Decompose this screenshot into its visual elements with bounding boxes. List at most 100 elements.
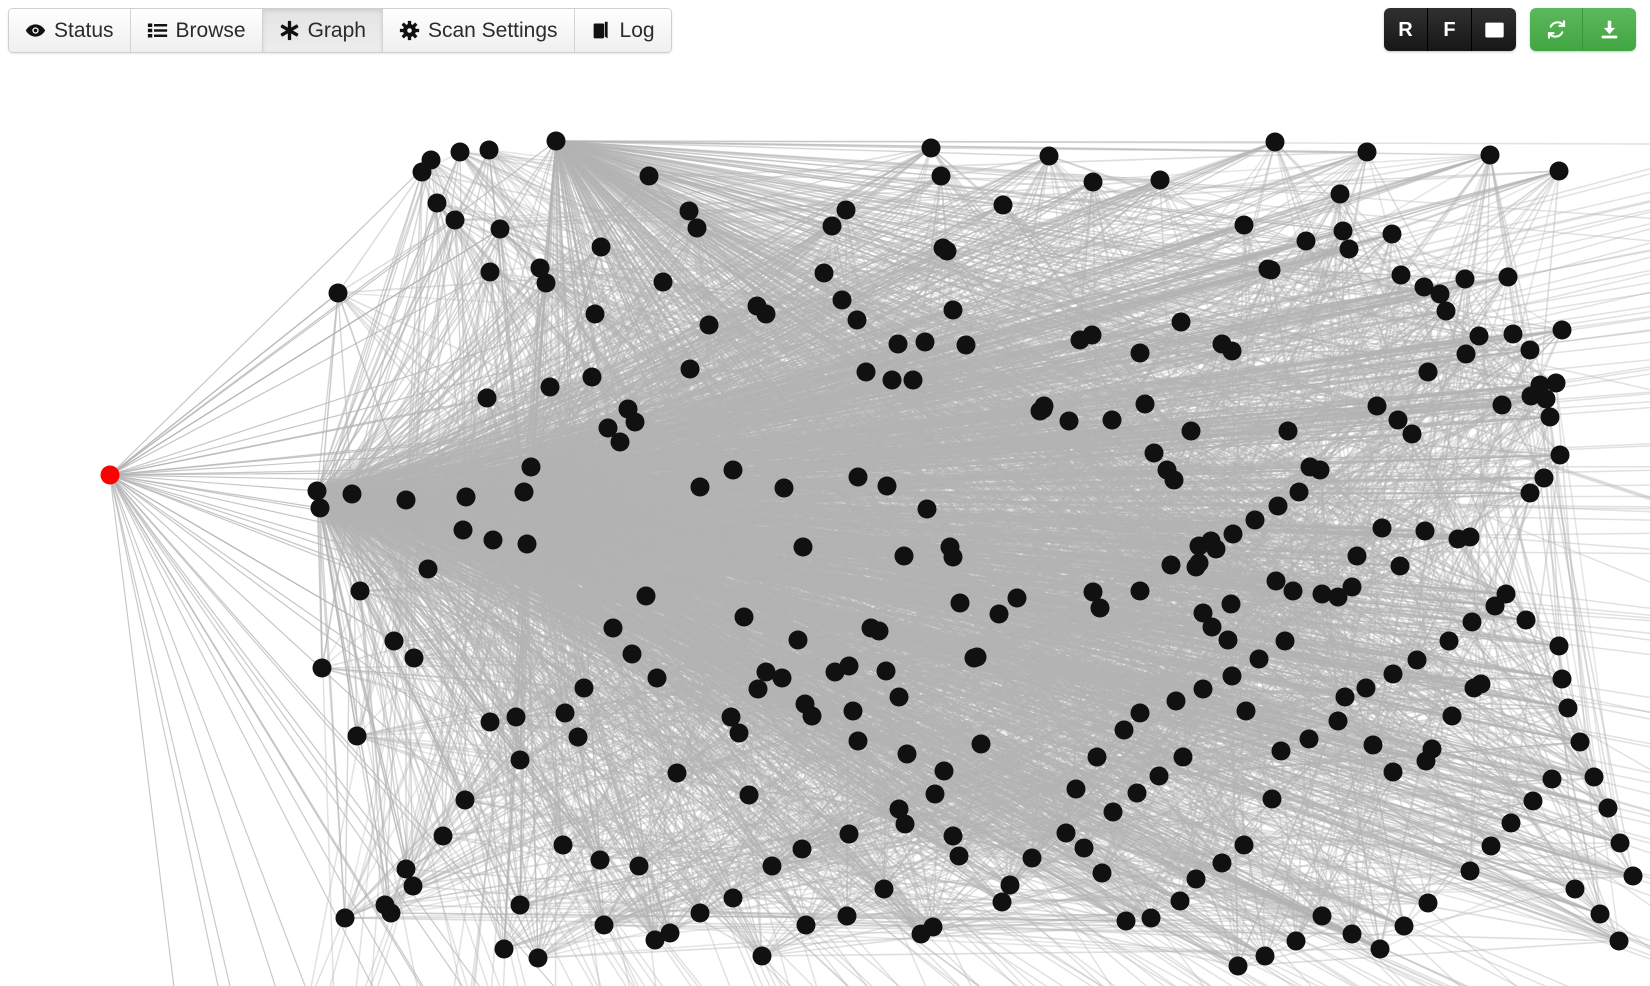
graph-node[interactable]	[1534, 468, 1554, 488]
graph-node[interactable]	[396, 490, 416, 510]
graph-node[interactable]	[603, 618, 623, 638]
graph-node[interactable]	[762, 856, 782, 876]
graph-node[interactable]	[1150, 170, 1170, 190]
graph-node[interactable]	[653, 272, 673, 292]
graph-node[interactable]	[993, 195, 1013, 215]
graph-node[interactable]	[647, 668, 667, 688]
graph-node[interactable]	[1265, 132, 1285, 152]
graph-node[interactable]	[639, 166, 659, 186]
graph-node[interactable]	[590, 850, 610, 870]
graph-node[interactable]	[479, 140, 499, 160]
graph-node[interactable]	[553, 835, 573, 855]
graph-node[interactable]	[869, 621, 889, 641]
graph-node[interactable]	[582, 367, 602, 387]
graph-node[interactable]	[1448, 529, 1468, 549]
graph-node[interactable]	[456, 487, 476, 507]
graph-node[interactable]	[1234, 215, 1254, 235]
graph-node[interactable]	[915, 332, 935, 352]
graph-node[interactable]	[949, 846, 969, 866]
graph-node[interactable]	[934, 761, 954, 781]
graph-node[interactable]	[335, 908, 355, 928]
graph-node[interactable]	[347, 726, 367, 746]
graph-node[interactable]	[889, 687, 909, 707]
graph-node[interactable]	[874, 879, 894, 899]
graph-node[interactable]	[506, 707, 526, 727]
graph-node[interactable]	[1357, 142, 1377, 162]
graph-node[interactable]	[923, 917, 943, 937]
graph-node[interactable]	[645, 930, 665, 950]
graph-node[interactable]	[555, 703, 575, 723]
graph-node[interactable]	[574, 678, 594, 698]
graph-node[interactable]	[445, 210, 465, 230]
graph-node[interactable]	[848, 731, 868, 751]
graph-node[interactable]	[1546, 373, 1566, 393]
graph-node[interactable]	[943, 826, 963, 846]
graph-node[interactable]	[1296, 231, 1316, 251]
graph-node[interactable]	[839, 824, 859, 844]
graph-node[interactable]	[843, 701, 863, 721]
graph-node[interactable]	[1312, 584, 1332, 604]
graph-node[interactable]	[514, 482, 534, 502]
graph-node[interactable]	[540, 377, 560, 397]
graph-node[interactable]	[1328, 587, 1348, 607]
graph-node[interactable]	[1347, 546, 1367, 566]
graph-node[interactable]	[412, 162, 432, 182]
graph-node[interactable]	[1372, 518, 1392, 538]
graph-node[interactable]	[384, 631, 404, 651]
graph-node[interactable]	[622, 644, 642, 664]
graph-node[interactable]	[433, 826, 453, 846]
graph-node[interactable]	[802, 706, 822, 726]
graph-node[interactable]	[418, 559, 438, 579]
graph-node[interactable]	[480, 262, 500, 282]
graph-node[interactable]	[1436, 301, 1456, 321]
graph-node[interactable]	[594, 915, 614, 935]
graph-node[interactable]	[774, 478, 794, 498]
graph-node[interactable]	[950, 593, 970, 613]
graph-node[interactable]	[792, 839, 812, 859]
graph-canvas[interactable]	[0, 0, 1650, 986]
graph-node[interactable]	[494, 939, 514, 959]
graph-node[interactable]	[721, 707, 741, 727]
graph-node[interactable]	[403, 876, 423, 896]
graph-node[interactable]	[796, 915, 816, 935]
graph-node[interactable]	[517, 534, 537, 554]
graph-node[interactable]	[788, 630, 808, 650]
graph-node[interactable]	[1339, 239, 1359, 259]
graph-node[interactable]	[839, 656, 859, 676]
graph-node[interactable]	[477, 388, 497, 408]
graph-node[interactable]	[629, 856, 649, 876]
graph-node[interactable]	[752, 946, 772, 966]
graph-node[interactable]	[1382, 224, 1402, 244]
graph-node[interactable]	[427, 193, 447, 213]
graph-node[interactable]	[546, 131, 566, 151]
graph-node[interactable]	[723, 460, 743, 480]
graph-node[interactable]	[690, 477, 710, 497]
graph-node[interactable]	[625, 412, 645, 432]
graph-node[interactable]	[1330, 184, 1350, 204]
graph-node[interactable]	[1498, 267, 1518, 287]
graph-node[interactable]	[455, 790, 475, 810]
graph-node[interactable]	[1503, 324, 1523, 344]
graph-node[interactable]	[1283, 581, 1303, 601]
graph-node[interactable]	[1455, 269, 1475, 289]
graph-node[interactable]	[739, 785, 759, 805]
graph-node[interactable]	[1039, 146, 1059, 166]
graph-node[interactable]	[931, 166, 951, 186]
graph-node[interactable]	[1415, 521, 1435, 541]
graph-node[interactable]	[837, 906, 857, 926]
graph-node[interactable]	[381, 903, 401, 923]
graph-node[interactable]	[342, 484, 362, 504]
graph-node[interactable]	[350, 581, 370, 601]
graph-node[interactable]	[1391, 265, 1411, 285]
graph-node[interactable]	[510, 895, 530, 915]
graph-node[interactable]	[585, 304, 605, 324]
graph-node[interactable]	[734, 607, 754, 627]
graph-node[interactable]	[1549, 161, 1569, 181]
graph-node[interactable]	[687, 218, 707, 238]
graph-node[interactable]	[667, 763, 687, 783]
graph-node[interactable]	[1480, 145, 1500, 165]
graph-node[interactable]	[591, 237, 611, 257]
graph-node[interactable]	[897, 744, 917, 764]
graph-node[interactable]	[1390, 556, 1410, 576]
graph-node[interactable]	[453, 520, 473, 540]
